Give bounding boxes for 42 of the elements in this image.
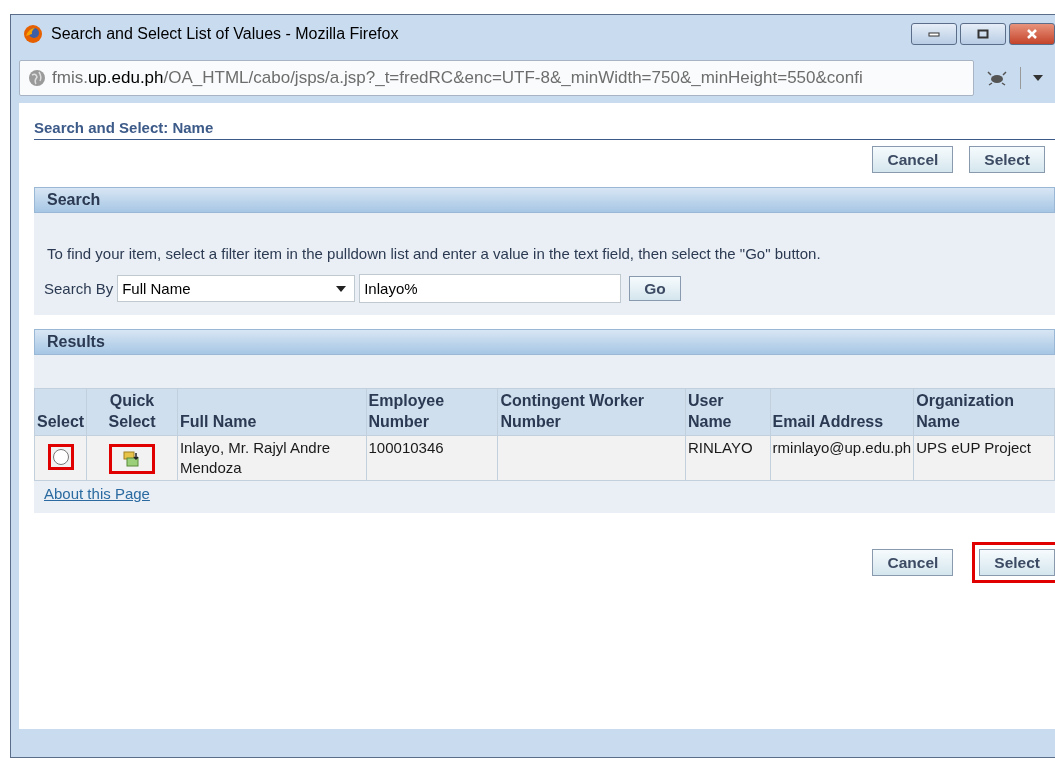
column-header: Email Address: [770, 388, 914, 436]
table-cell: rminlayo@up.edu.ph: [770, 435, 914, 481]
url-domain: up.edu.ph: [87, 68, 164, 87]
section-header: Search: [34, 187, 1055, 213]
cancel-button[interactable]: Cancel: [872, 146, 954, 173]
column-header: Quick Select: [86, 388, 178, 436]
address-bar[interactable]: fmis.up.edu.ph/OA_HTML/cabo/jsps/a.jsp?_t=fredRC&enc=UTF-8&_minWidth=750&_minHeight=550&confi: [19, 60, 974, 96]
instructions-text: To find your item, select a filter item in the pulldown list and enter a value in the text field, then select the "Go" button.: [46, 245, 822, 262]
column-header: Contingent Worker Number: [497, 388, 686, 436]
table-cell: 100010346: [366, 435, 498, 481]
column-header: Full Name: [177, 388, 366, 436]
window-title: Search and Select List of Values - Mozilla Firefox: [51, 25, 399, 43]
close-icon: [1026, 29, 1038, 39]
url-text: fmis.: [52, 68, 88, 87]
select-button[interactable]: Select: [969, 146, 1045, 173]
cancel-button[interactable]: Cancel: [872, 549, 954, 577]
column-header: User Name: [685, 388, 771, 436]
section-header: Results: [34, 329, 1055, 355]
column-header: Select: [34, 388, 87, 436]
go-button[interactable]: Go: [629, 276, 681, 301]
search-by-label: Search By: [44, 280, 114, 297]
filter-dropdown[interactable]: Full Name: [117, 275, 356, 302]
url-path: /OA_HTML/cabo/jsps/a.jsp?_t=fredRC&enc=UTF-8&_minWidth=750&_minHeight=550&confi: [163, 68, 863, 87]
page-title: Search and Select: Name: [34, 119, 1055, 140]
maximize-button[interactable]: [960, 23, 1006, 45]
column-header: Organization Name: [913, 388, 1055, 436]
radio-button[interactable]: [52, 448, 69, 465]
minimize-button[interactable]: [911, 23, 957, 45]
table-cell: UPS eUP Project: [913, 435, 1055, 481]
table-cell: RINLAYO: [685, 435, 771, 481]
caret-icon: [336, 285, 347, 292]
bug-icon[interactable]: [986, 70, 1008, 86]
search-field[interactable]: Inlayo%: [359, 274, 622, 303]
about-link[interactable]: About this Page: [44, 485, 150, 503]
column-header: Employee Number: [366, 388, 498, 436]
maximize-icon: [977, 29, 989, 39]
table-cell: Inlayo, Mr. Rajyl Andre Mendoza: [177, 435, 366, 481]
globe-icon: [28, 69, 46, 87]
browser-logo-icon: [23, 24, 43, 44]
minimize-icon: [928, 31, 940, 37]
close-button[interactable]: [1009, 23, 1055, 45]
dropdown-arrow-icon[interactable]: [1033, 75, 1043, 81]
